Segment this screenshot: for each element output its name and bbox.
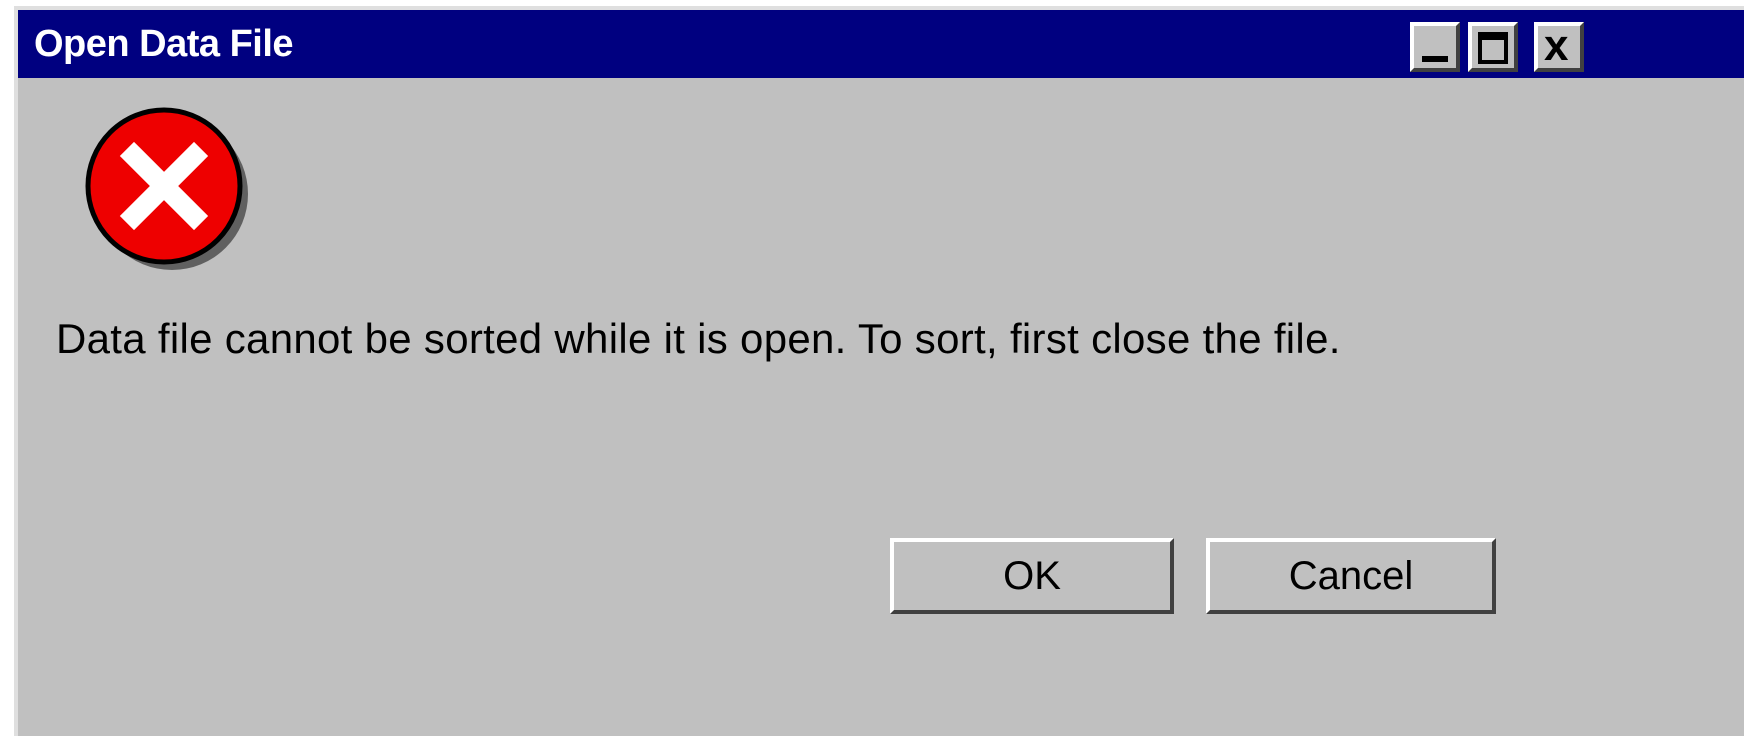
maximize-icon — [1478, 32, 1508, 64]
error-message: Data file cannot be sorted while it is o… — [56, 315, 1341, 362]
ok-button[interactable]: OK — [890, 538, 1174, 614]
error-icon — [85, 107, 248, 270]
window-title: Open Data File — [34, 23, 294, 65]
minimize-icon — [1422, 56, 1448, 62]
title-bar[interactable]: Open Data File x — [18, 10, 1744, 78]
minimize-button[interactable] — [1410, 22, 1460, 72]
maximize-button[interactable] — [1468, 22, 1518, 72]
dialog-window: Open Data File x Data file cannot be sor… — [14, 6, 1744, 736]
cancel-button[interactable]: Cancel — [1206, 538, 1496, 614]
close-button[interactable]: x — [1534, 22, 1584, 72]
close-icon: x — [1544, 21, 1569, 70]
